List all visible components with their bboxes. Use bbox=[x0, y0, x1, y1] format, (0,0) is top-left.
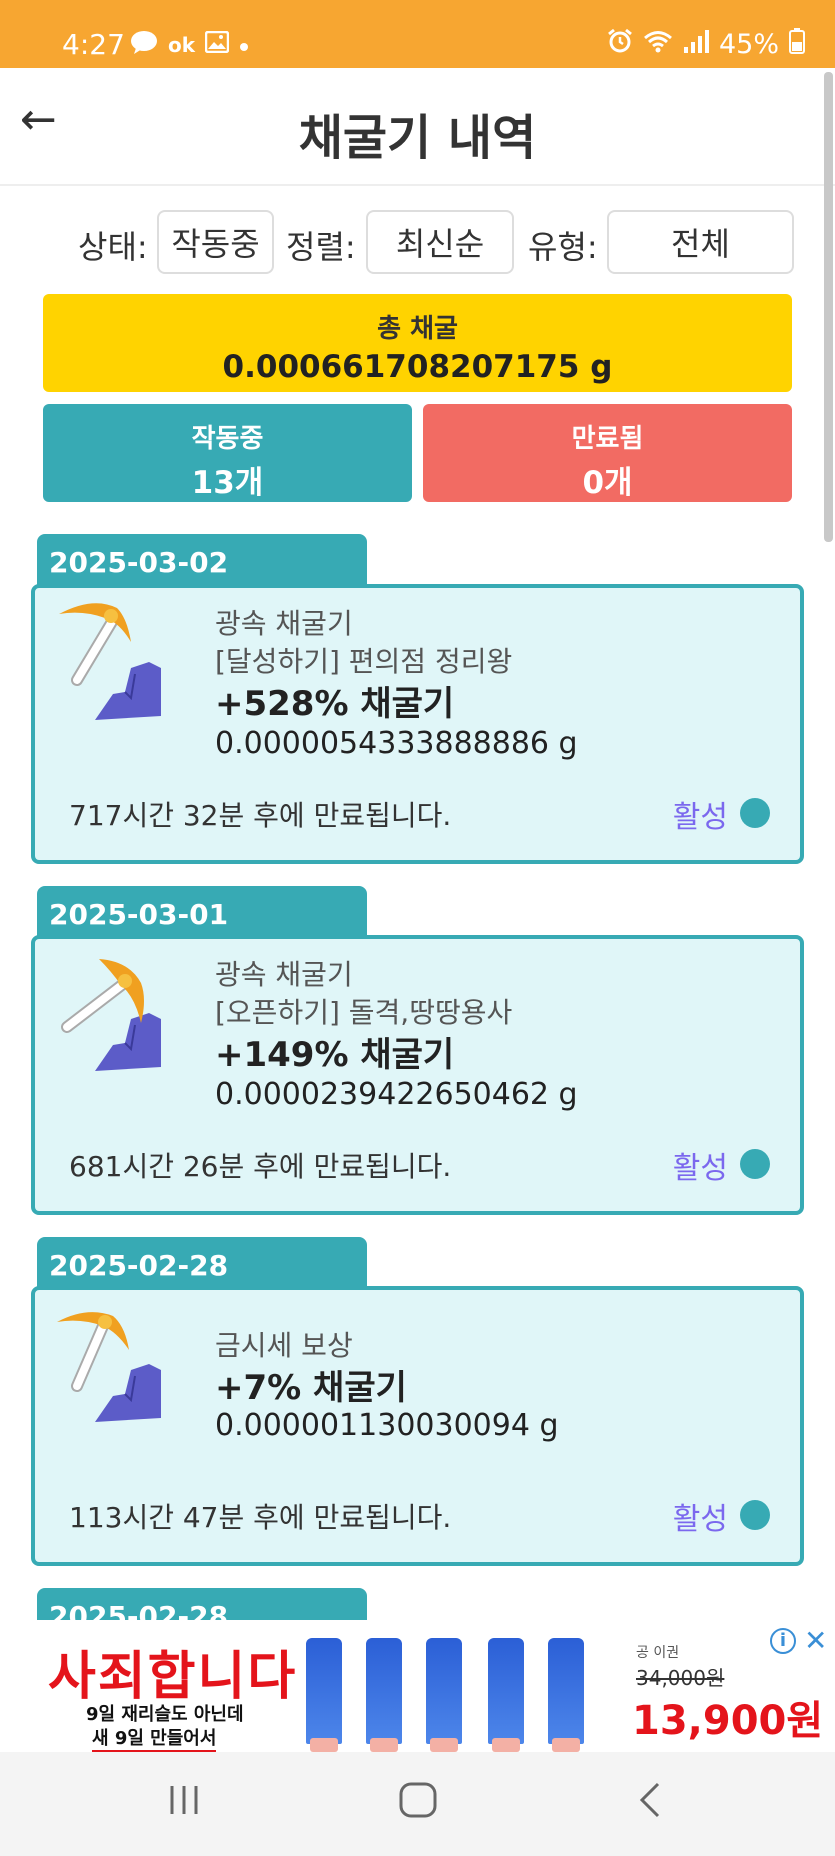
pickaxe-icon bbox=[59, 603, 161, 720]
battery-percent: 45% bbox=[718, 29, 779, 60]
miner-expire-text: 681시간 26분 후에 만료됩니다. bbox=[69, 1150, 452, 1183]
miner-expire-text: 113시간 47분 후에 만료됩니다. bbox=[69, 1501, 452, 1534]
status-right-icons: 45% bbox=[607, 28, 805, 61]
card-date-tab: 2025-02-28 10:14:53 bbox=[37, 1237, 367, 1315]
ad-subtext-2: 새 9일 만들어서 bbox=[92, 1724, 217, 1752]
image-icon bbox=[204, 30, 230, 59]
ad-close-icon[interactable]: ✕ bbox=[804, 1624, 827, 1657]
miner-name: 광속 채굴기 bbox=[215, 958, 353, 991]
sort-filter-label: 정렬: bbox=[286, 228, 356, 266]
status-filter-label: 상태: bbox=[78, 228, 148, 266]
miner-name: 광속 채굴기 bbox=[215, 607, 353, 640]
active-count-label: 작동중 bbox=[191, 424, 264, 454]
total-mining-panel: 총 채굴 0.000661708207175 g bbox=[43, 294, 792, 392]
expired-count-value: 0개 bbox=[582, 465, 633, 501]
miner-state: 활성 bbox=[672, 800, 728, 835]
miner-mission: [오픈하기] 돌격,땅땅용사 bbox=[215, 996, 513, 1029]
miner-boost: +149% 채굴기 bbox=[215, 1035, 455, 1075]
miner-amount: 0.0000239422650462 g bbox=[215, 1077, 578, 1112]
card-date-tab: 2025-03-02 13:59:23 bbox=[37, 534, 367, 612]
expired-count-label: 만료됨 bbox=[571, 424, 644, 454]
miner-state: 활성 bbox=[672, 1151, 728, 1186]
miner-expire-text: 717시간 32분 후에 만료됩니다. bbox=[69, 799, 452, 832]
ad-banner[interactable]: 사죄합니다 9일 재리슬도 아닌데 새 9일 만들어서 공 이권 34,000원… bbox=[0, 1620, 835, 1752]
ok-icon: ok bbox=[168, 33, 196, 57]
page-title: 채굴기 내역 bbox=[298, 110, 537, 166]
status-left-icons: ok bbox=[130, 30, 249, 60]
ad-old-price: 34,000원 bbox=[636, 1666, 725, 1690]
active-count-panel[interactable]: 작동중 13개 bbox=[43, 404, 412, 502]
total-mining-label: 총 채굴 bbox=[377, 314, 458, 344]
active-dot-icon bbox=[740, 798, 770, 828]
ad-subtext-1: 9일 재리슬도 아닌데 bbox=[86, 1704, 244, 1725]
active-count-value: 13개 bbox=[191, 465, 264, 501]
ad-price-note: 공 이권 bbox=[636, 1645, 680, 1661]
type-filter-label: 유형: bbox=[528, 228, 598, 266]
battery-icon bbox=[789, 28, 805, 61]
miner-amount: 0.000001130030094 g bbox=[215, 1408, 559, 1443]
recent-apps-icon[interactable] bbox=[166, 1782, 202, 1828]
type-filter-select[interactable]: 전체 bbox=[607, 210, 794, 274]
ad-info-icon[interactable]: i bbox=[770, 1628, 796, 1654]
home-icon[interactable] bbox=[398, 1782, 438, 1828]
pickaxe-icon bbox=[61, 959, 161, 1071]
card-date-tab: 2025-03-01 01:53:41 bbox=[37, 886, 367, 964]
ad-price: 13,900원 bbox=[632, 1698, 824, 1744]
alarm-icon bbox=[607, 28, 633, 61]
sort-filter-select[interactable]: 최신순 bbox=[366, 210, 514, 274]
miner-card[interactable]: 금시세 보상 +7% 채굴기 0.000001130030094 g 113시간… bbox=[31, 1286, 804, 1566]
signal-icon bbox=[683, 29, 709, 60]
status-bar: 4:27 ok 45% bbox=[0, 0, 835, 68]
miner-name: 금시세 보상 bbox=[215, 1329, 353, 1362]
miner-card[interactable]: 광속 채굴기 [달성하기] 편의점 정리왕 +528% 채굴기 0.000005… bbox=[31, 584, 804, 864]
wifi-icon bbox=[643, 29, 673, 60]
toothpaste-image bbox=[426, 1638, 462, 1752]
miner-boost: +528% 채굴기 bbox=[215, 684, 455, 724]
toothpaste-image bbox=[306, 1638, 342, 1752]
toothpaste-image bbox=[488, 1638, 524, 1752]
active-dot-icon bbox=[740, 1149, 770, 1179]
miner-amount: 0.0000054333888886 g bbox=[215, 726, 578, 761]
scrollbar[interactable] bbox=[824, 72, 833, 542]
app-bar: ← 채굴기 내역 bbox=[0, 68, 835, 186]
filter-row: 상태: 작동중 정렬: 최신순 유형: 전체 bbox=[0, 210, 835, 274]
miner-mission: [달성하기] 편의점 정리왕 bbox=[215, 645, 513, 678]
system-nav-bar bbox=[0, 1752, 835, 1856]
miner-card[interactable]: 광속 채굴기 [오픈하기] 돌격,땅땅용사 +149% 채굴기 0.000023… bbox=[31, 935, 804, 1215]
status-time: 4:27 bbox=[62, 28, 125, 61]
miner-state: 활성 bbox=[672, 1502, 728, 1537]
miner-boost: +7% 채굴기 bbox=[215, 1368, 407, 1408]
pickaxe-icon bbox=[57, 1312, 161, 1422]
chat-bubble-icon bbox=[130, 30, 158, 60]
ad-headline: 사죄합니다 bbox=[48, 1647, 298, 1707]
total-mining-value: 0.000661708207175 g bbox=[222, 349, 613, 385]
expired-count-panel[interactable]: 만료됨 0개 bbox=[423, 404, 792, 502]
dot-icon bbox=[239, 33, 249, 58]
back-nav-icon[interactable] bbox=[638, 1782, 664, 1828]
status-filter-select[interactable]: 작동중 bbox=[157, 210, 274, 274]
toothpaste-image bbox=[366, 1638, 402, 1752]
active-dot-icon bbox=[740, 1500, 770, 1530]
toothpaste-image bbox=[548, 1638, 584, 1752]
